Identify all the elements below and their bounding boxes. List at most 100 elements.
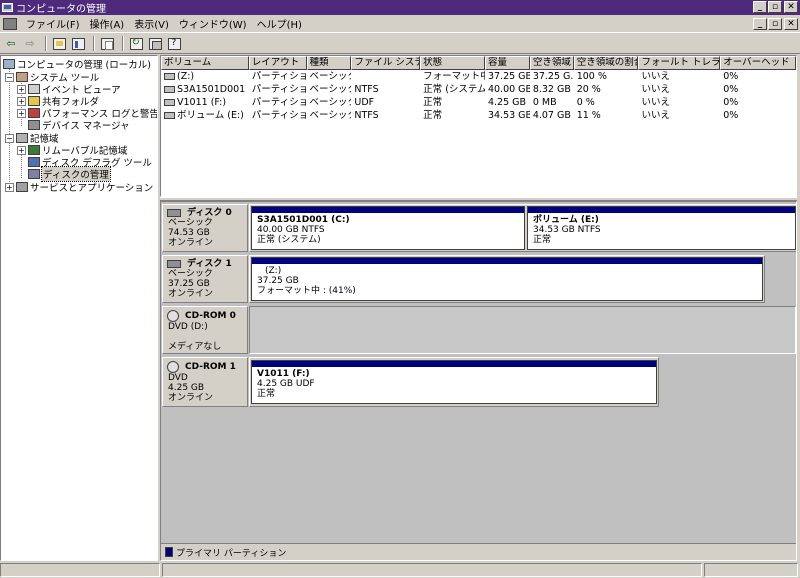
disk-status: メディアなし	[168, 342, 222, 352]
column-header-free-percent[interactable]: 空き領域の割合	[573, 56, 639, 70]
status-pane-2	[162, 563, 702, 577]
partition-e[interactable]: ボリューム (E:) 34.53 GB NTFS 正常	[527, 206, 796, 250]
menu-view[interactable]: 表示(V)	[129, 16, 174, 31]
partition-status: フォーマット中 : (41%)	[257, 286, 356, 296]
partition-c[interactable]: S3A1501D001 (C:) 40.00 GB NTFS 正常 (システム)	[251, 206, 525, 250]
disk-0-label[interactable]: ディスク 0 ベーシック 74.53 GB オンライン	[162, 204, 248, 252]
tree-label: デバイス マネージャ	[42, 121, 130, 132]
partition-size: 37.25 GB	[257, 276, 299, 286]
column-header-layout[interactable]: レイアウト	[248, 56, 307, 70]
disk-status: オンライン	[168, 238, 214, 248]
layout-cell: パーティション	[251, 71, 307, 82]
up-folder-icon[interactable]	[51, 36, 67, 51]
partition-z[interactable]: (Z:) 37.25 GB フォーマット中 : (41%)	[251, 257, 763, 301]
export-icon[interactable]	[147, 36, 163, 51]
expand-icon[interactable]: +	[17, 108, 26, 118]
column-header-capacity[interactable]: 容量	[484, 56, 530, 70]
menu-help[interactable]: ヘルプ(H)	[252, 16, 307, 31]
capacity-cell: 40.00 GB	[487, 84, 530, 95]
close-button[interactable]: ✕	[784, 1, 798, 13]
status-pane-3	[704, 563, 798, 577]
disk-graphical-view: ディスク 0 ベーシック 74.53 GB オンライン S3A1501D001 …	[160, 201, 797, 561]
column-header-overhead[interactable]: オーバーヘッド	[720, 56, 796, 70]
tools-icon	[16, 72, 28, 82]
disk-name: ディスク 1	[187, 259, 232, 269]
minimize-button[interactable]: _	[753, 1, 767, 13]
filesystem-cell: UDF	[354, 97, 375, 108]
cd-rom-icon	[167, 310, 179, 322]
child-close-button[interactable]: ✕	[784, 18, 798, 30]
table-row[interactable]: V1011 (F:) パーティション ベーシック UDF 正常 4.25 GB …	[161, 96, 796, 109]
table-row[interactable]: S3A1501D001 (C:) パーティション ベーシック NTFS 正常 (…	[161, 83, 796, 96]
collapse-icon[interactable]: −	[5, 72, 14, 82]
menu-window[interactable]: ウィンドウ(W)	[174, 16, 252, 31]
menu-action[interactable]: 操作(A)	[85, 16, 130, 31]
column-header-filesystem[interactable]: ファイル システム	[351, 56, 421, 70]
expand-icon[interactable]: +	[17, 96, 26, 106]
performance-icon	[28, 108, 40, 118]
disk-type: ベーシック	[168, 218, 213, 228]
refresh-icon[interactable]	[128, 36, 144, 51]
capacity-cell: 34.53 GB	[487, 110, 530, 121]
show-tree-icon[interactable]	[70, 36, 86, 51]
child-restore-button[interactable]: ▫	[768, 18, 782, 30]
free-space-cell: 4.07 GB	[532, 110, 571, 121]
help-icon[interactable]	[166, 36, 182, 51]
tree-connector	[9, 68, 10, 190]
status-pane-1	[0, 563, 160, 577]
tree-item-disk-management[interactable]: ディスクの管理	[28, 166, 111, 182]
toolbar-separator	[45, 36, 47, 51]
free-space-cell: 8.32 GB	[532, 84, 571, 95]
table-row[interactable]: (Z:) パーティション ベーシック フォーマット中 : ... 37.25 G…	[161, 70, 796, 83]
expand-icon[interactable]: +	[17, 145, 26, 155]
partition-f[interactable]: V1011 (F:) 4.25 GB UDF 正常	[251, 360, 657, 404]
disk-name: CD-ROM 0	[185, 311, 236, 321]
free-percent-cell: 0 %	[576, 97, 595, 108]
column-header-status[interactable]: 状態	[420, 56, 485, 70]
partition-status: 正常	[533, 235, 552, 245]
child-minimize-button[interactable]: _	[753, 18, 767, 30]
volume-list: ボリューム レイアウト 種類 ファイル システム 状態 容量 空き領域 空き領域…	[160, 55, 797, 197]
fault-tolerance-cell: いいえ	[641, 71, 670, 82]
disk-name: ディスク 0	[187, 208, 232, 218]
overhead-cell: 0%	[723, 84, 739, 95]
column-header-type[interactable]: 種類	[306, 56, 352, 70]
cdrom-1-label[interactable]: CD-ROM 1 DVD 4.25 GB オンライン	[162, 357, 248, 407]
disk-1-label[interactable]: ディスク 1 ベーシック 37.25 GB オンライン	[162, 255, 248, 303]
status-cell: 正常	[423, 110, 443, 121]
volume-cell: V1011 (F:)	[161, 96, 249, 109]
volume-name: ボリューム (E:)	[177, 110, 244, 121]
status-bar	[0, 562, 800, 578]
column-header-fault-tolerance[interactable]: フォールト トレランス	[638, 56, 721, 70]
forward-arrow-icon[interactable]: ⇨	[22, 36, 38, 51]
partition-legend: プライマリ パーティション	[161, 543, 796, 560]
type-cell: ベーシック	[309, 84, 352, 95]
partition-name: ボリューム (E:)	[533, 215, 599, 225]
partition-size: 4.25 GB UDF	[257, 379, 315, 389]
disk-icon	[167, 260, 181, 268]
cdrom-0-label[interactable]: CD-ROM 0 DVD (D:) メディアなし	[162, 306, 248, 354]
tree-item-device-manager[interactable]: デバイス マネージャ	[28, 119, 130, 132]
volume-icon	[164, 99, 175, 106]
partition-name: (Z:)	[265, 266, 282, 276]
tree-label: ディスクの管理	[41, 166, 111, 182]
restore-button[interactable]: ▫	[768, 1, 782, 13]
fault-tolerance-cell: いいえ	[641, 97, 670, 108]
menu-file[interactable]: ファイル(F)	[21, 16, 85, 31]
expand-icon[interactable]: +	[5, 182, 14, 192]
back-arrow-icon[interactable]: ⇦	[3, 36, 19, 51]
properties-icon[interactable]	[99, 36, 115, 51]
table-row[interactable]: ボリューム (E:) パーティション ベーシック NTFS 正常 34.53 G…	[161, 109, 796, 122]
tree-label: コンピュータの管理 (ローカル)	[17, 60, 151, 71]
expand-icon[interactable]: +	[17, 84, 26, 94]
tree-item-root[interactable]: コンピュータの管理 (ローカル)	[3, 58, 151, 71]
overhead-cell: 0%	[723, 110, 739, 121]
storage-icon	[16, 133, 28, 143]
column-header-free-space[interactable]: 空き領域	[529, 56, 574, 70]
collapse-icon[interactable]: −	[5, 133, 14, 143]
overhead-cell: 0%	[723, 71, 739, 82]
volume-cell: S3A1501D001 (C:)	[161, 83, 249, 96]
tree-item-services[interactable]: + サービスとアプリケーション	[5, 181, 153, 194]
system-menu-icon[interactable]	[3, 17, 17, 30]
column-header-volume[interactable]: ボリューム	[161, 56, 249, 70]
